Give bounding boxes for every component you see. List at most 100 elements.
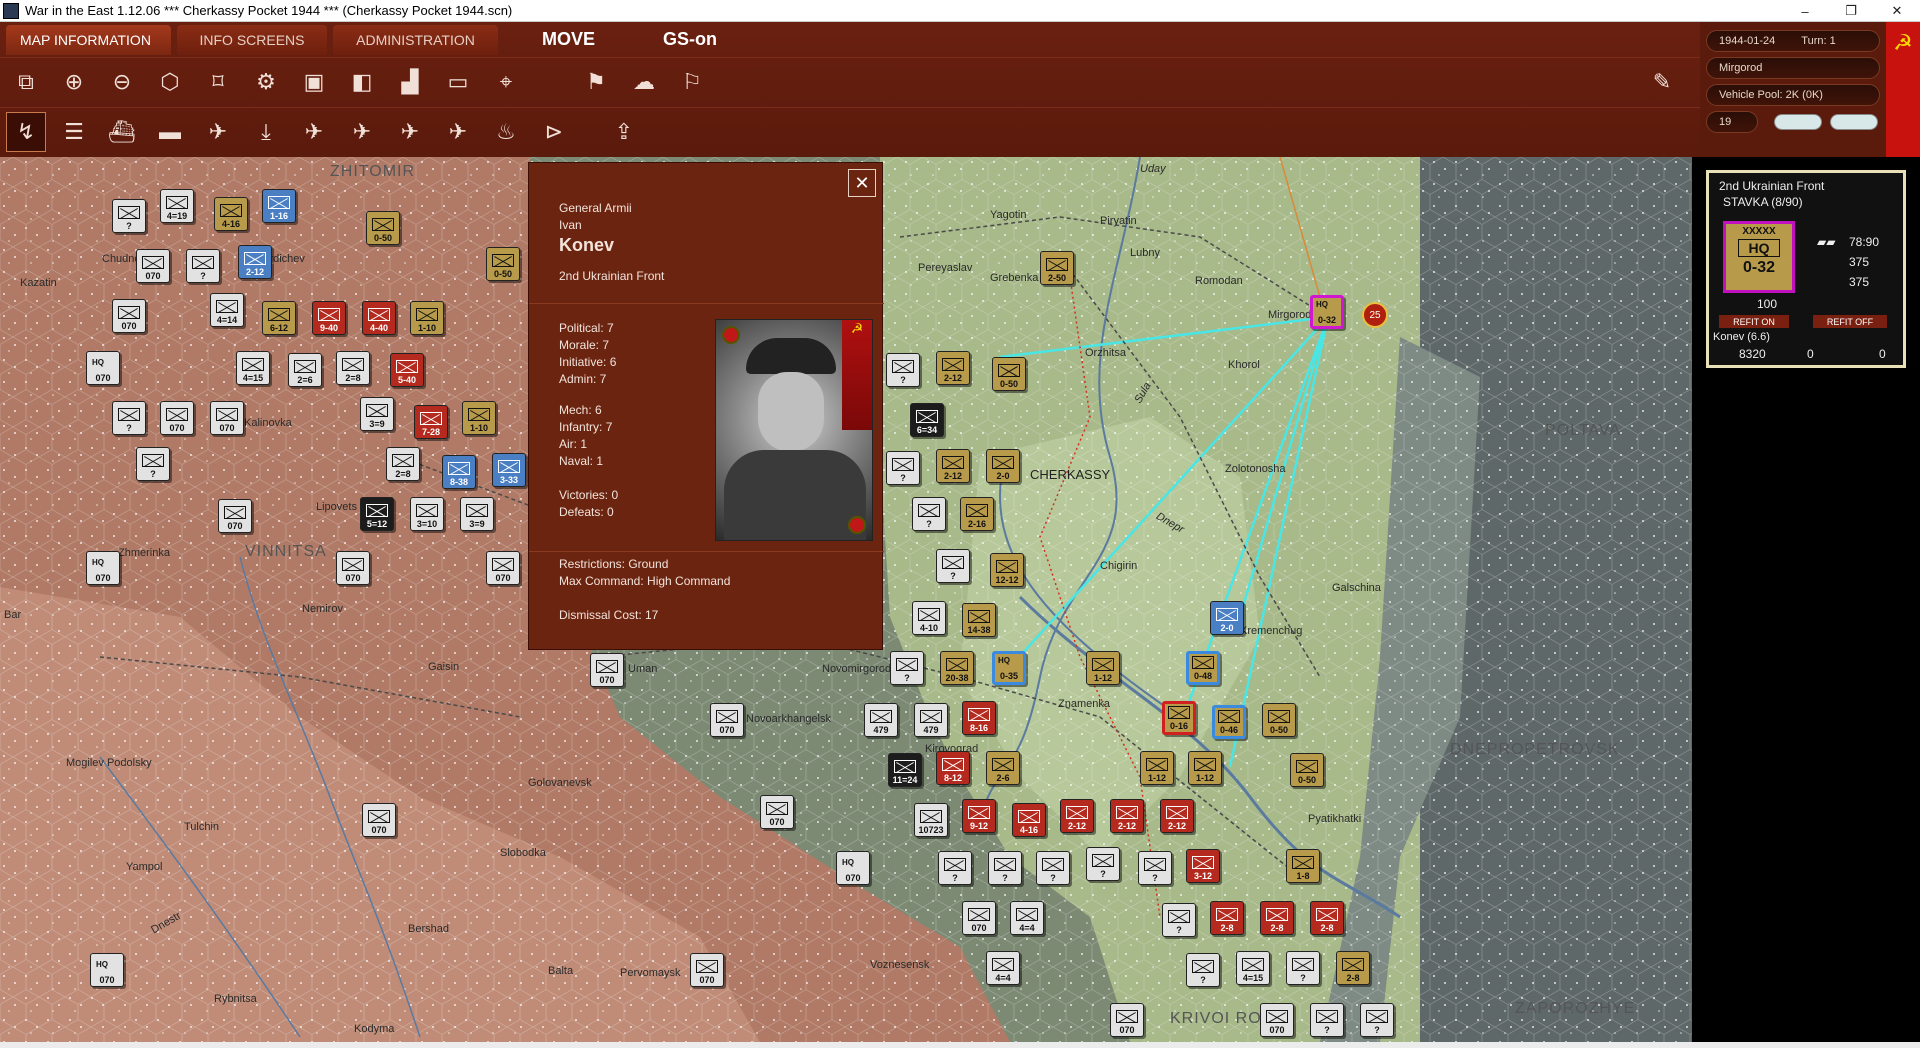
unit-hq-counter[interactable]: HQ 070 (86, 351, 120, 385)
fire-icon[interactable]: ♨ (486, 112, 526, 152)
unit-counter[interactable]: 070 (590, 653, 624, 687)
unit-counter[interactable]: ? (1162, 903, 1196, 937)
unit-counter[interactable]: 2-8 (1336, 951, 1370, 985)
unit-counter[interactable]: 1-12 (1188, 751, 1222, 785)
unit-counter[interactable]: 9-40 (312, 301, 346, 335)
info-toggle-icon[interactable] (1830, 114, 1878, 130)
unit-counter[interactable]: 8-12 (936, 751, 970, 785)
unit-counter[interactable]: 8-38 (442, 455, 476, 489)
unit-counter[interactable]: 070 (486, 551, 520, 585)
unit-counter[interactable]: 6-12 (262, 301, 296, 335)
frame-icon[interactable]: ⌑ (198, 62, 238, 102)
rail-icon[interactable]: ☰ (54, 112, 94, 152)
air-supply-icon[interactable]: ✈ (342, 112, 382, 152)
recon-icon[interactable]: ✈ (438, 112, 478, 152)
unit-counter[interactable]: 070 (962, 901, 996, 935)
unit-counter[interactable]: 14-38 (962, 603, 996, 637)
unit-hq-counter[interactable]: HQ 070 (90, 953, 124, 987)
upload-icon[interactable]: ⇪ (604, 112, 644, 152)
unit-counter[interactable]: 070 (136, 249, 170, 283)
paradrop-icon[interactable]: ⤓ (246, 112, 286, 152)
unit-counter[interactable]: ? (886, 451, 920, 485)
unit-counter[interactable]: 070 (112, 299, 146, 333)
unit-counter[interactable]: 3-33 (492, 453, 526, 487)
unit-counter[interactable]: ? (886, 353, 920, 387)
unit-counter[interactable]: ? (112, 401, 146, 435)
unit-counter[interactable]: 2-0 (986, 449, 1020, 483)
unit-counter[interactable]: 0-48 (1186, 651, 1220, 685)
unit-counter[interactable]: 0-50 (366, 211, 400, 245)
unit-counter[interactable]: 479 (914, 703, 948, 737)
unit-hq-counter[interactable]: HQ 070 (86, 551, 120, 585)
unit-counter[interactable]: 4=15 (236, 351, 270, 385)
unit-counter[interactable]: 070 (760, 795, 794, 829)
unit-counter[interactable]: 4=4 (986, 951, 1020, 985)
unit-counter[interactable]: 3=10 (410, 497, 444, 531)
unit-counter[interactable]: 9-12 (962, 799, 996, 833)
unit-counter[interactable]: 4=4 (1010, 901, 1044, 935)
air-icon[interactable]: ✈ (198, 112, 238, 152)
layers-icon[interactable]: ◧ (342, 62, 382, 102)
tab-administration[interactable]: ADMINISTRATION (333, 24, 498, 55)
hexes-icon[interactable]: ⬡ (150, 62, 190, 102)
unit-counter[interactable]: 2-12 (1160, 799, 1194, 833)
unit-counter[interactable]: 1-12 (1086, 651, 1120, 685)
unit-counter[interactable]: 2-12 (936, 351, 970, 385)
unit-counter[interactable]: 7-28 (414, 405, 448, 439)
unit-counter[interactable]: 2-0 (1210, 601, 1244, 635)
unit-counter[interactable]: 070 (1260, 1003, 1294, 1037)
unit-counter[interactable]: 2=8 (386, 447, 420, 481)
unit-counter[interactable]: 070 (690, 953, 724, 987)
unit-hq-counter[interactable]: HQ 0-35 (992, 651, 1026, 685)
unit-counter[interactable]: ? (186, 249, 220, 283)
unit-counter[interactable]: 2-50 (1040, 251, 1074, 285)
zoom-out-icon[interactable]: ⊖ (102, 62, 142, 102)
flag-box-icon[interactable]: ⚑ (576, 62, 616, 102)
unit-counter[interactable]: 070 (210, 401, 244, 435)
unit-counter[interactable]: 070 (336, 551, 370, 585)
minimize-button[interactable]: – (1782, 0, 1828, 22)
unit-counter[interactable]: ? (1360, 1003, 1394, 1037)
refit-off-button[interactable]: REFIT OFF (1813, 315, 1887, 328)
unit-counter[interactable]: 4-16 (214, 197, 248, 231)
unit-counter[interactable]: 2=6 (288, 353, 322, 387)
naval-icon[interactable]: ⛴ (102, 112, 142, 152)
unit-counter[interactable]: 0-46 (1212, 705, 1246, 739)
unit-hq-counter[interactable]: HQ 070 (836, 851, 870, 885)
unit-counter[interactable]: ? (136, 447, 170, 481)
unit-counter[interactable]: 070 (1110, 1003, 1144, 1037)
unit-counter[interactable]: 1-10 (410, 301, 444, 335)
flag-icon[interactable]: ⚐ (672, 62, 712, 102)
unit-counter[interactable]: 2=8 (336, 351, 370, 385)
refit-on-button[interactable]: REFIT ON (1719, 315, 1789, 328)
naval-transport-icon[interactable]: ▬ (150, 112, 190, 152)
tab-map-information[interactable]: MAP INFORMATION (6, 24, 171, 55)
unit-counter[interactable]: 4-40 (362, 301, 396, 335)
unit-counter[interactable]: ? (1138, 851, 1172, 885)
unit-counter[interactable]: ? (912, 497, 946, 531)
unit-counter[interactable]: ? (1310, 1003, 1344, 1037)
mode-move-button[interactable]: MOVE (528, 25, 609, 55)
focus-icon[interactable]: ⌖ (486, 62, 526, 102)
unit-counter[interactable]: ? (1036, 851, 1070, 885)
unit-counter[interactable]: 2-6 (986, 751, 1020, 785)
rectangle-icon[interactable]: ▭ (438, 62, 478, 102)
unit-counter[interactable]: 20-38 (940, 651, 974, 685)
weather-icon[interactable]: ☁ (624, 62, 664, 102)
unit-counter[interactable]: 070 (710, 703, 744, 737)
toggle-icon[interactable] (1774, 114, 1822, 130)
unit-counter[interactable]: 2-16 (960, 497, 994, 531)
unit-counter[interactable]: ? (890, 651, 924, 685)
unit-counter[interactable]: 0-50 (1290, 753, 1324, 787)
play-icon[interactable]: ⊳ (534, 112, 574, 152)
unit-counter[interactable]: 4-16 (1012, 803, 1046, 837)
close-window-button[interactable]: ✕ (1874, 0, 1920, 22)
unit-counter[interactable]: 11=24 (888, 753, 922, 787)
air-attack-icon[interactable]: ✈ (294, 112, 334, 152)
unit-counter[interactable]: 2-12 (1110, 799, 1144, 833)
unit-counter[interactable]: 070 (160, 401, 194, 435)
bomb-icon[interactable]: ✈ (390, 112, 430, 152)
unit-counter[interactable]: ? (988, 851, 1022, 885)
unit-counter[interactable]: 2-12 (1060, 799, 1094, 833)
maximize-button[interactable]: ❐ (1828, 0, 1874, 22)
